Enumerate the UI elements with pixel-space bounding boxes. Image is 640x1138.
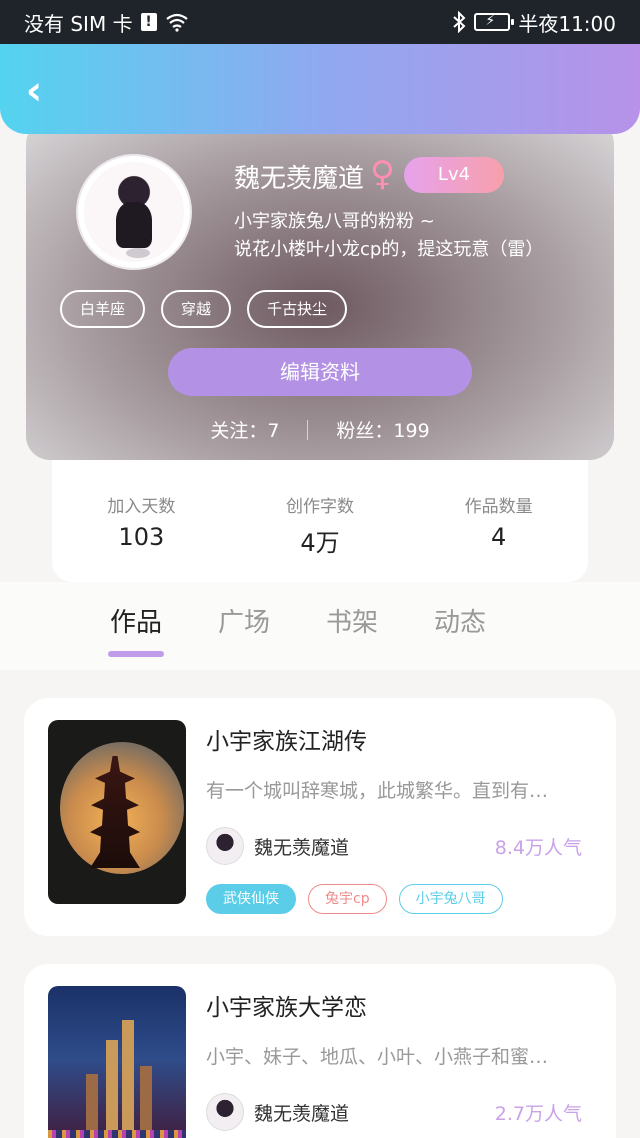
work-card[interactable]: 小宇家族江湖传 有一个城叫辞寒城，此城繁华。直到有… 魏无羡魔道 8.4万人气 … <box>24 698 616 936</box>
tab-active-indicator <box>108 651 165 657</box>
author-row: 魏无羡魔道 2.7万人气 <box>206 1092 582 1132</box>
bio-line: 说花小楼叶小龙cp的，提这玩意（雷） <box>234 239 544 260</box>
tab-label: 动态 <box>434 608 487 638</box>
work-card[interactable]: 小宇家族大学恋 小宇、妹子、地瓜、小叶、小燕子和蜜… 魏无羡魔道 2.7万人气 <box>24 964 616 1138</box>
carrier-label: 没有 SIM 卡 <box>24 11 133 36</box>
status-right: ⚡ 半夜11:00 <box>452 8 616 37</box>
stat-value: 4万 <box>300 529 340 557</box>
sim-alert-icon: ! <box>140 13 157 31</box>
work-title: 小宇家族大学恋 <box>206 995 367 1021</box>
author-name: 魏无羡魔道 <box>254 836 350 859</box>
status-bar: 没有 SIM 卡 ! ⚡ 半夜11:00 <box>0 0 640 44</box>
tab-square[interactable]: 广场 <box>216 598 272 643</box>
status-left: 没有 SIM 卡 ! <box>24 8 189 37</box>
profile-card: 魏无羡魔道 ♀ Lv4 小宇家族兔八哥的粉粉 ~ 说花小楼叶小龙cp的，提这玩意… <box>26 120 614 460</box>
cover-building <box>106 1040 118 1130</box>
profile-tag[interactable]: 穿越 <box>161 290 232 328</box>
profile-tags: 白羊座 穿越 千古抉尘 <box>60 290 348 328</box>
stat-word-count: 创作字数 4万 <box>245 492 395 582</box>
header-bar: ‹ <box>0 44 640 134</box>
avatar-image <box>84 162 184 262</box>
popularity-count: 8.4万人气 <box>494 836 582 859</box>
tab-bookshelf[interactable]: 书架 <box>324 598 380 643</box>
author-avatar <box>206 827 244 865</box>
following-count[interactable]: 关注：7 <box>210 416 279 443</box>
author-name: 魏无羡魔道 <box>254 1102 350 1125</box>
stat-label: 创作字数 <box>285 497 354 517</box>
work-title: 小宇家族江湖传 <box>206 729 367 755</box>
work-cover-image <box>48 720 186 904</box>
back-icon[interactable]: ‹ <box>14 71 54 114</box>
work-tag[interactable]: 武侠仙侠 <box>206 884 296 914</box>
work-tag[interactable]: 小宇兔八哥 <box>398 884 503 914</box>
profile-tag[interactable]: 白羊座 <box>60 290 146 328</box>
follow-row: 关注：7 粉丝：199 <box>26 416 614 443</box>
stats-card: 加入天数 103 创作字数 4万 作品数量 4 <box>52 440 588 582</box>
edit-profile-button[interactable]: 编辑资料 <box>168 348 472 396</box>
work-cover-image <box>48 986 186 1138</box>
clock: 半夜11:00 <box>518 11 616 36</box>
tab-bar: 作品 广场 书架 动态 <box>0 582 640 670</box>
cover-building <box>122 1020 134 1130</box>
profile-tag[interactable]: 千古抉尘 <box>247 290 348 328</box>
avatar[interactable] <box>78 156 190 268</box>
work-description: 有一个城叫辞寒城，此城繁华。直到有… <box>206 780 549 802</box>
tab-activity[interactable]: 动态 <box>432 598 488 643</box>
work-tags: 武侠仙侠 兔宇cp 小宇兔八哥 <box>206 884 503 914</box>
battery-icon: ⚡ <box>474 13 515 31</box>
followers-count[interactable]: 粉丝：199 <box>336 416 429 443</box>
stat-value: 4 <box>491 523 507 551</box>
popularity-count: 2.7万人气 <box>494 1102 582 1125</box>
level-badge: Lv4 <box>404 157 504 193</box>
author-row: 魏无羡魔道 8.4万人气 <box>206 826 582 866</box>
work-tag[interactable]: 兔宇cp <box>308 884 387 914</box>
bio: 小宇家族兔八哥的粉粉 ~ 说花小楼叶小龙cp的，提这玩意（雷） <box>234 208 543 264</box>
bio-line: 小宇家族兔八哥的粉粉 ~ <box>234 211 435 232</box>
tab-label: 作品 <box>110 608 163 638</box>
cover-building <box>86 1074 98 1130</box>
stat-label: 作品数量 <box>464 497 533 517</box>
stat-label: 加入天数 <box>107 497 176 517</box>
nickname: 魏无羡魔道 <box>234 164 365 194</box>
tab-works[interactable]: 作品 <box>108 598 165 657</box>
tab-label: 广场 <box>218 608 271 638</box>
cover-city-lights <box>48 1130 186 1138</box>
stat-works-count: 作品数量 4 <box>424 492 574 582</box>
work-description: 小宇、妹子、地瓜、小叶、小燕子和蜜… <box>206 1046 549 1068</box>
bluetooth-icon <box>453 11 466 33</box>
stat-join-days: 加入天数 103 <box>66 492 216 582</box>
stat-value: 103 <box>118 523 165 551</box>
author-avatar <box>206 1093 244 1131</box>
cover-building <box>140 1066 152 1130</box>
tab-label: 书架 <box>326 608 379 638</box>
wifi-icon <box>165 13 188 32</box>
female-icon: ♀ <box>370 154 395 194</box>
divider <box>307 419 309 440</box>
